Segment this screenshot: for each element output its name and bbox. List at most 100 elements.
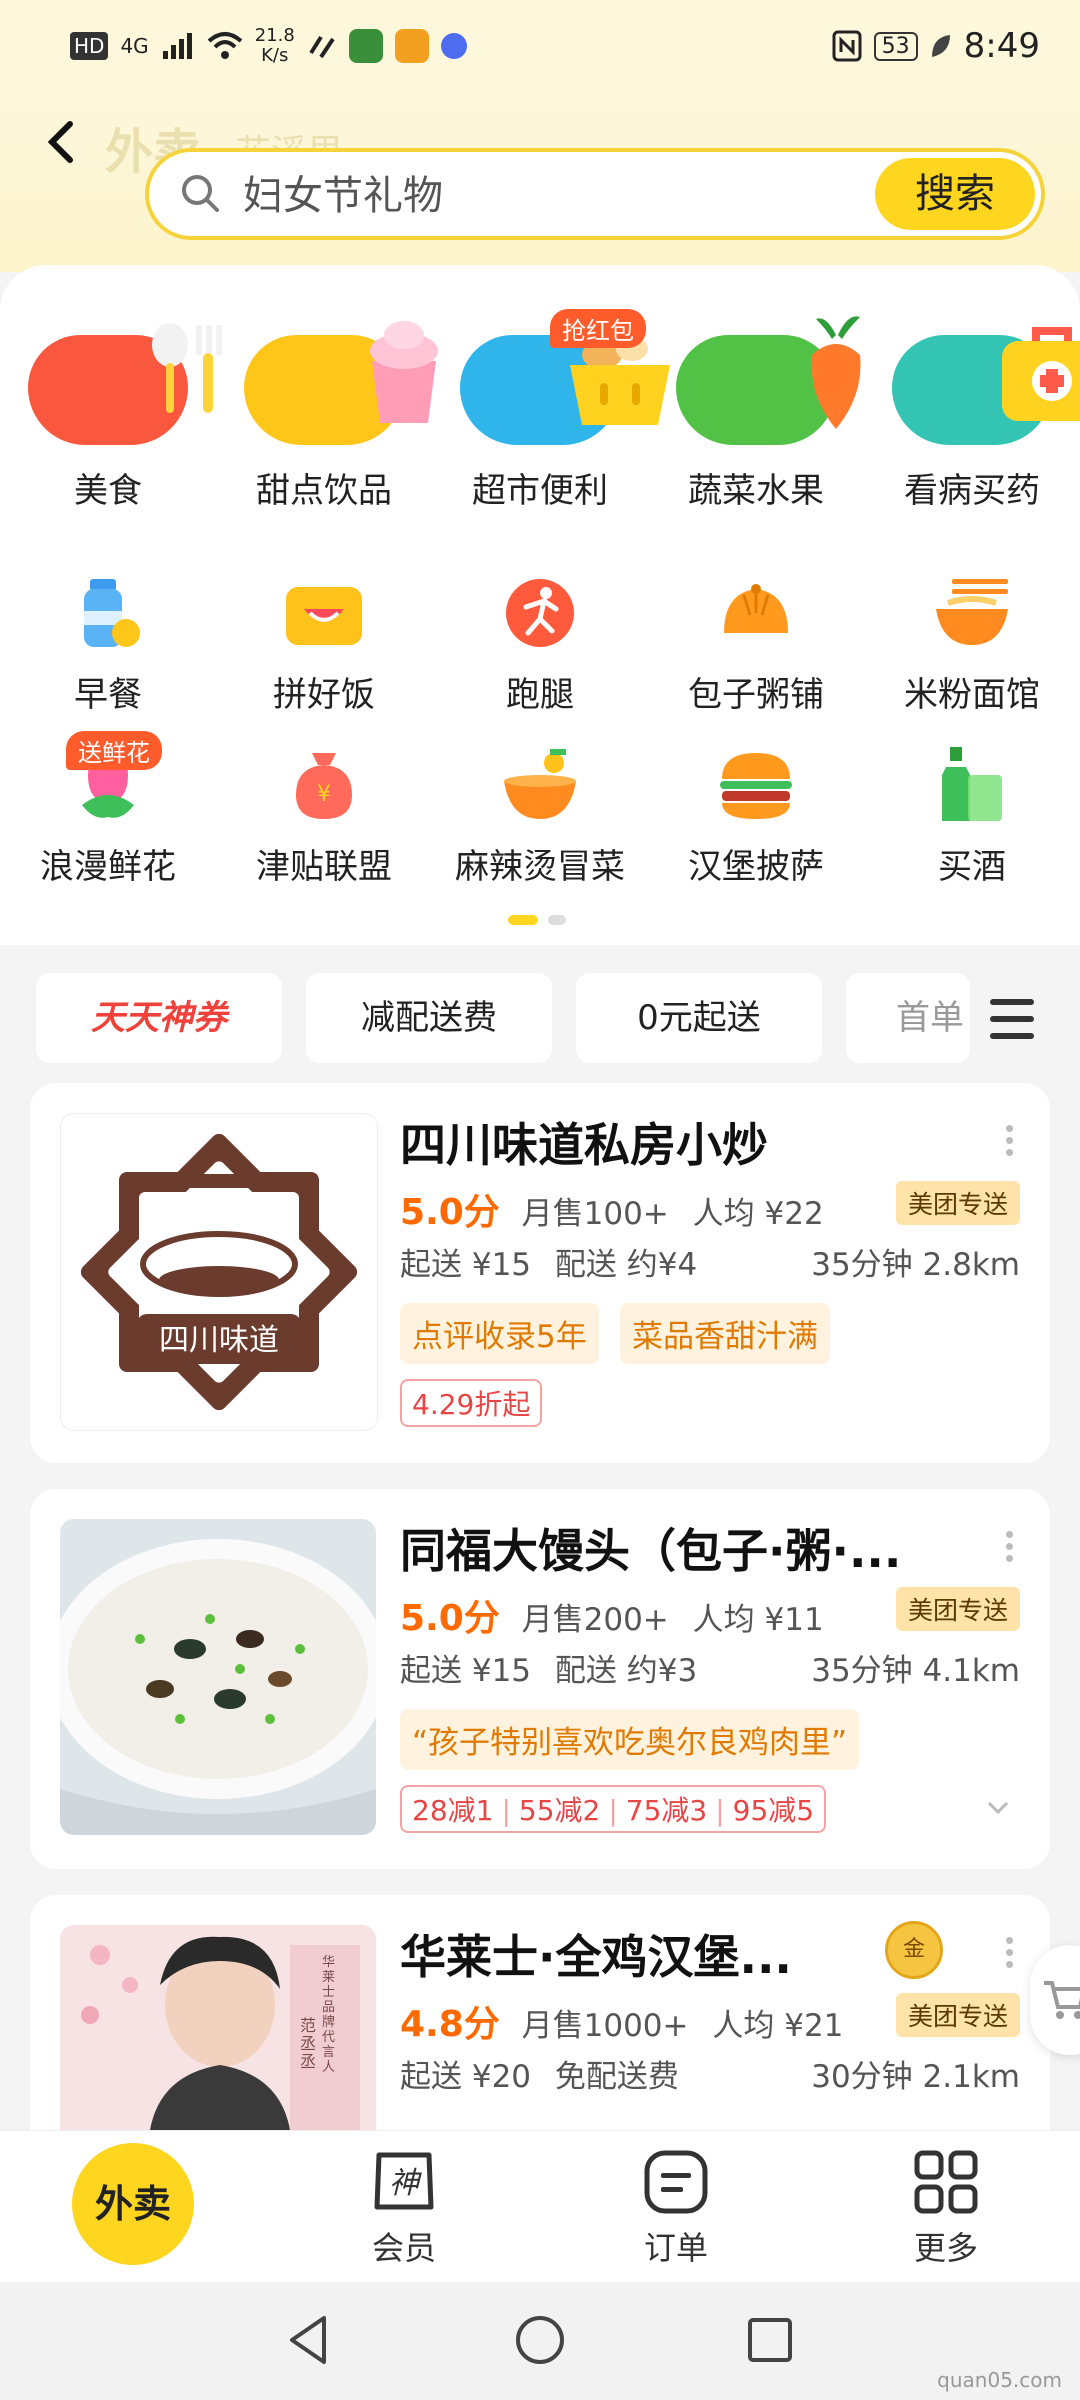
store-card[interactable]: 四川味道 四川味道私房小炒 5.0分 月售100+ 人均 ¥22 美团专送 起送…: [30, 1083, 1050, 1463]
system-back-icon[interactable]: [280, 2310, 340, 2370]
category-label: 美食: [74, 471, 142, 511]
hotpot-bowl-icon: [504, 749, 576, 819]
category-label: 看病买药: [904, 471, 1040, 511]
floating-cart-button[interactable]: [1030, 1945, 1080, 2055]
category-panel: 美食 甜点饮品 抢红包 超市便利 蔬菜水果 看病买药 早餐 拼好饭 跑腿 包子粥…: [0, 265, 1080, 945]
music-icon: [440, 33, 467, 59]
svg-text:四川味道: 四川味道: [159, 1323, 279, 1358]
wifi-icon: [207, 32, 243, 59]
net-speed: 21.8 K/s: [254, 25, 295, 66]
category-medicine[interactable]: 看病买药: [864, 305, 1080, 512]
secondary-category-row-1: 早餐 拼好饭 跑腿 包子粥铺 米粉面馆: [0, 573, 1080, 716]
category-errand[interactable]: 跑腿: [432, 573, 648, 716]
filter-zero-min-order[interactable]: 0元起送: [576, 973, 822, 1063]
discount-item: 75减3: [625, 1794, 708, 1827]
gold-medal-icon: 金: [885, 1921, 943, 1979]
category-food[interactable]: 美食: [0, 305, 222, 512]
money-bag-icon: ¥: [296, 753, 352, 819]
status-right: 53 8:49: [832, 26, 1040, 66]
page-dot-active: [508, 915, 538, 925]
search-input[interactable]: [241, 160, 805, 232]
watermark: quan05.com: [937, 2368, 1062, 2392]
more-options-icon[interactable]: [1006, 1125, 1014, 1161]
search-bar[interactable]: 搜索: [145, 148, 1045, 240]
category-label: 蔬菜水果: [688, 471, 824, 511]
category-supermarket[interactable]: 抢红包 超市便利: [432, 305, 670, 512]
secondary-category-row-2: 送鲜花 浪漫鲜花 ¥ 津贴联盟 麻辣烫冒菜 汉堡披萨 买酒: [0, 731, 1080, 888]
nav-member[interactable]: 神 会员: [304, 2131, 504, 2283]
nav-more[interactable]: 更多: [846, 2131, 1046, 2283]
category-dessert[interactable]: 甜点饮品: [216, 305, 438, 512]
category-liquor[interactable]: 买酒: [864, 745, 1080, 888]
nfc-alt-icon: [309, 35, 335, 59]
orders-icon: [644, 2150, 708, 2214]
filter-menu-icon[interactable]: [990, 999, 1034, 1039]
primary-category-row: 美食 甜点饮品 抢红包 超市便利 蔬菜水果 看病买药: [0, 305, 1080, 512]
category-vegetables[interactable]: 蔬菜水果: [648, 305, 864, 512]
category-label: 甜点饮品: [256, 471, 392, 511]
category-label: 浪漫鲜花: [40, 847, 176, 887]
min-order: 起送 ¥15: [400, 1653, 532, 1689]
delivery-info: 起送 ¥15 配送 约¥4: [400, 1239, 697, 1284]
system-home-icon[interactable]: [510, 2310, 570, 2370]
grid-more-icon: [914, 2150, 978, 2214]
network-type: 4G: [120, 34, 149, 58]
delivery-info: 起送 ¥15 配送 约¥3: [400, 1645, 697, 1690]
category-flowers[interactable]: 送鲜花 浪漫鲜花: [0, 731, 216, 888]
porridge-image: [60, 1519, 376, 1835]
app-notification-icon: [348, 29, 383, 63]
hd-indicator: HD: [70, 32, 109, 60]
filter-reduced-delivery[interactable]: 减配送费: [306, 973, 552, 1063]
wine-bottle-icon: [942, 747, 1002, 821]
nav-label: 订单: [643, 2229, 708, 2267]
discount-item: 55减2: [518, 1794, 601, 1827]
avg-price: 人均 ¥22: [692, 1196, 824, 1232]
category-label: 拼好饭: [273, 675, 375, 715]
store-name: 同福大馒头（包子·粥·...: [400, 1524, 902, 1578]
search-button[interactable]: 搜索: [875, 158, 1035, 230]
more-options-icon[interactable]: [1006, 1937, 1014, 1973]
nav-takeout[interactable]: 外卖: [0, 2131, 200, 2283]
category-label: 包子粥铺: [688, 675, 824, 715]
category-spicy-hotpot[interactable]: 麻辣烫冒菜: [432, 745, 648, 888]
category-breakfast[interactable]: 早餐: [0, 573, 216, 716]
expand-chevron-icon[interactable]: [986, 1793, 1010, 1823]
rating-line: 4.8分 月售1000+ 人均 ¥21: [400, 1995, 843, 2047]
rating-line: 5.0分 月售100+ 人均 ¥22: [400, 1183, 824, 1235]
category-label: 津贴联盟: [256, 847, 392, 887]
svg-text:¥: ¥: [317, 782, 331, 807]
meituan-delivery-badge: 美团专送: [895, 1993, 1020, 2037]
store-card[interactable]: 华莱士品牌代言人 范丞丞 华莱士·全鸡汉堡... 金 4.8分 月售1000+ …: [30, 1895, 1050, 2130]
category-bun-porridge[interactable]: 包子粥铺: [648, 573, 864, 716]
sichuan-logo-icon: 四川味道: [80, 1133, 358, 1411]
status-left: HD 4G 21.8 K/s: [70, 26, 467, 66]
category-burger-pizza[interactable]: 汉堡披萨: [648, 745, 864, 888]
takeout-home-button[interactable]: 外卖: [72, 2143, 194, 2265]
min-order: 起送 ¥20: [400, 2059, 532, 2095]
category-allowance[interactable]: ¥ 津贴联盟: [216, 745, 432, 888]
svg-text:神: 神: [389, 2166, 422, 2201]
nav-orders[interactable]: 订单: [576, 2131, 776, 2283]
page-dot: [548, 915, 566, 925]
category-label: 麻辣烫冒菜: [455, 847, 625, 887]
delivery-fee: 配送 约¥3: [554, 1653, 698, 1689]
filter-first-order[interactable]: 首单: [846, 973, 970, 1063]
more-options-icon[interactable]: [1006, 1531, 1014, 1567]
min-order: 起送 ¥15: [400, 1247, 532, 1283]
delivery-fee: 配送 约¥4: [554, 1247, 698, 1283]
meituan-delivery-badge: 美团专送: [895, 1181, 1020, 1225]
filter-bar: 天天神券 减配送费 0元起送 首单: [0, 973, 1080, 1065]
back-button[interactable]: [40, 112, 90, 172]
discount-badge-group: 28减1 | 55减2 | 75减3 | 95减5: [400, 1785, 827, 1833]
filter-daily-coupon[interactable]: 天天神券: [36, 973, 282, 1063]
store-card[interactable]: 同福大馒头（包子·粥·... 5.0分 月售200+ 人均 ¥11 美团专送 起…: [30, 1489, 1050, 1869]
monthly-sales: 月售200+: [521, 1602, 669, 1638]
lunchbox-icon: [286, 587, 362, 645]
burger-icon: [720, 753, 792, 819]
category-group-meal[interactable]: 拼好饭: [216, 573, 432, 716]
medicine-kit-icon: [1002, 327, 1080, 421]
search-icon: [182, 175, 219, 212]
system-recents-icon[interactable]: [740, 2310, 800, 2370]
grab-redpacket-badge: 抢红包: [550, 309, 646, 348]
category-noodles[interactable]: 米粉面馆: [864, 573, 1080, 716]
